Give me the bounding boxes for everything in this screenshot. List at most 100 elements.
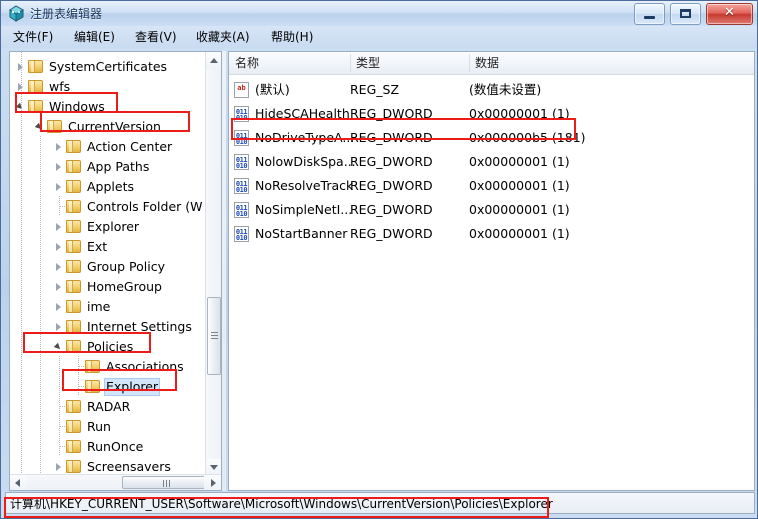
tree-guide-line (21, 52, 22, 476)
tree-item-group-policy[interactable]: Group Policy (54, 256, 167, 276)
menu-item-1[interactable]: 文件(F) (11, 29, 55, 45)
value-row[interactable]: 011 010 NoResolveTrack REG_DWORD 0x00000001 … (229, 174, 754, 198)
tree-item-action-center[interactable]: Action Center (54, 136, 174, 156)
menu-item-3[interactable]: 查看(V) (133, 29, 179, 45)
collapse-triangle-icon[interactable] (35, 119, 45, 135)
tree-item-label: ime (87, 298, 111, 314)
tree-item-homegroup[interactable]: HomeGroup (54, 276, 164, 296)
tree-item-label: Associations (106, 358, 184, 374)
expand-triangle-icon[interactable] (54, 139, 64, 155)
tree-item-label: Group Policy (87, 258, 165, 274)
expand-triangle-icon[interactable] (54, 259, 64, 275)
dword-value-icon: 011 010 (234, 154, 249, 170)
tree-item-ext[interactable]: Ext (54, 236, 109, 256)
close-button[interactable]: ✕ (706, 3, 753, 25)
folder-icon (66, 260, 82, 273)
maximize-icon (680, 9, 692, 18)
tree-item-label: RunOnce (87, 438, 144, 454)
dword-value-icon: 011 010 (234, 130, 249, 146)
menu-item-5[interactable]: 帮助(H) (269, 29, 315, 45)
column-divider[interactable] (350, 54, 351, 72)
tree-item-explorer[interactable]: Explorer (54, 216, 141, 236)
tree-item-associations[interactable]: Associations (73, 356, 186, 376)
tree-item-label: Applets (87, 178, 134, 194)
collapse-triangle-icon[interactable] (54, 339, 64, 355)
expand-triangle-icon[interactable] (54, 299, 64, 315)
folder-icon (47, 120, 63, 133)
tree-vertical-scroll-thumb[interactable] (207, 297, 221, 375)
tree-item-app-paths[interactable]: App Paths (54, 156, 151, 176)
folder-icon (66, 280, 82, 293)
tree-item-runonce[interactable]: RunOnce (54, 436, 145, 456)
tree-item-controls-folder-w[interactable]: Controls Folder (W (54, 196, 205, 216)
tree-guide-line (60, 406, 66, 407)
tree-guide-line (40, 436, 41, 456)
folder-icon (66, 300, 82, 313)
value-row[interactable]: 011 010 NoSimpleNetI... REG_DWORD 0x00000001… (229, 198, 754, 222)
expand-triangle-icon[interactable] (54, 459, 64, 475)
column-divider[interactable] (469, 54, 470, 72)
tree-item-systemcertificates[interactable]: SystemCertificates (16, 56, 169, 76)
column-header-2[interactable]: 类型 (350, 52, 469, 74)
tree-guide-line (40, 396, 41, 416)
folder-icon (28, 80, 44, 93)
column-header-3[interactable]: 数据 (469, 52, 754, 74)
tree-horizontal-scrollbar[interactable] (10, 474, 221, 490)
registry-tree-pane[interactable]: SystemCertificates wfs Windows CurrentVersi… (9, 51, 222, 491)
tree-item-label: Policies (87, 338, 134, 354)
folder-icon (66, 180, 82, 193)
tree-guide-line (60, 206, 66, 207)
tree-item-screensavers[interactable]: Screensavers (54, 456, 173, 476)
tree-item-policies[interactable]: Policies (54, 336, 135, 356)
tree-item-explorer[interactable]: Explorer (73, 376, 161, 396)
tree-item-label: Action Center (87, 138, 173, 154)
tree-vertical-scrollbar[interactable] (205, 52, 221, 476)
tree-guide-line (79, 386, 85, 387)
value-name: NoStartBanner (255, 226, 348, 241)
folder-icon (66, 200, 82, 213)
folder-icon (66, 140, 82, 153)
expand-triangle-icon[interactable] (54, 319, 64, 335)
value-row[interactable]: ab (默认) REG_SZ (数值未设置) (229, 78, 754, 102)
value-row[interactable]: 011 010 NoDriveTypeA... REG_DWORD 0x000000b5… (229, 126, 754, 150)
tree-scroll-left-button[interactable] (10, 475, 27, 490)
tree-scroll-right-button[interactable] (204, 475, 221, 490)
expand-triangle-icon[interactable] (54, 239, 64, 255)
tree-guide-line (79, 366, 85, 367)
dword-value-icon: 011 010 (234, 226, 249, 242)
value-row[interactable]: 011 010 HideSCAHealth REG_DWORD 0x00000001 (… (229, 102, 754, 126)
tree-item-label: Screensavers (87, 458, 171, 474)
value-name: NoSimpleNetI... (255, 202, 353, 217)
value-row[interactable]: 011 010 NoStartBanner REG_DWORD 0x00000001 (… (229, 222, 754, 246)
menu-bar: 文件(F) 编辑(E) 查看(V) 收藏夹(A) 帮助(H) (1, 26, 757, 48)
registry-tree: SystemCertificates wfs Windows CurrentVersi… (10, 52, 206, 476)
tree-item-wfs[interactable]: wfs (16, 76, 72, 96)
value-row[interactable]: 011 010 NolowDiskSpa... REG_DWORD 0x00000001… (229, 150, 754, 174)
expand-triangle-icon[interactable] (54, 279, 64, 295)
expand-triangle-icon[interactable] (54, 219, 64, 235)
menu-item-4[interactable]: 收藏夹(A) (194, 29, 252, 45)
tree-item-ime[interactable]: ime (54, 296, 112, 316)
tree-item-internet-settings[interactable]: Internet Settings (54, 316, 194, 336)
column-header-1[interactable]: 名称 (229, 52, 350, 74)
minimize-button[interactable] (634, 3, 666, 25)
registry-values-pane[interactable]: 名称 类型 数据 ab (默认) REG_SZ (数值未设置) 011 010 HideSCAH… (228, 51, 755, 491)
folder-icon (66, 340, 82, 353)
tree-guide-line (40, 256, 41, 276)
tree-item-currentversion[interactable]: CurrentVersion (35, 116, 163, 136)
menu-item-2[interactable]: 编辑(E) (72, 29, 117, 45)
values-column-header[interactable]: 名称 类型 数据 (229, 52, 754, 75)
pane-splitter[interactable] (222, 51, 226, 491)
expand-triangle-icon[interactable] (54, 159, 64, 175)
tree-horizontal-scroll-thumb[interactable] (122, 476, 212, 489)
tree-guide-line (40, 296, 41, 316)
tree-item-applets[interactable]: Applets (54, 176, 136, 196)
tree-scroll-up-button[interactable] (206, 52, 221, 69)
tree-guide-line (40, 456, 41, 476)
maximize-button[interactable] (670, 3, 702, 25)
folder-icon (66, 400, 82, 413)
expand-triangle-icon[interactable] (54, 179, 64, 195)
tree-item-windows[interactable]: Windows (16, 96, 107, 116)
dword-value-icon: 011 010 (234, 202, 249, 218)
chevron-right-icon (211, 479, 216, 487)
